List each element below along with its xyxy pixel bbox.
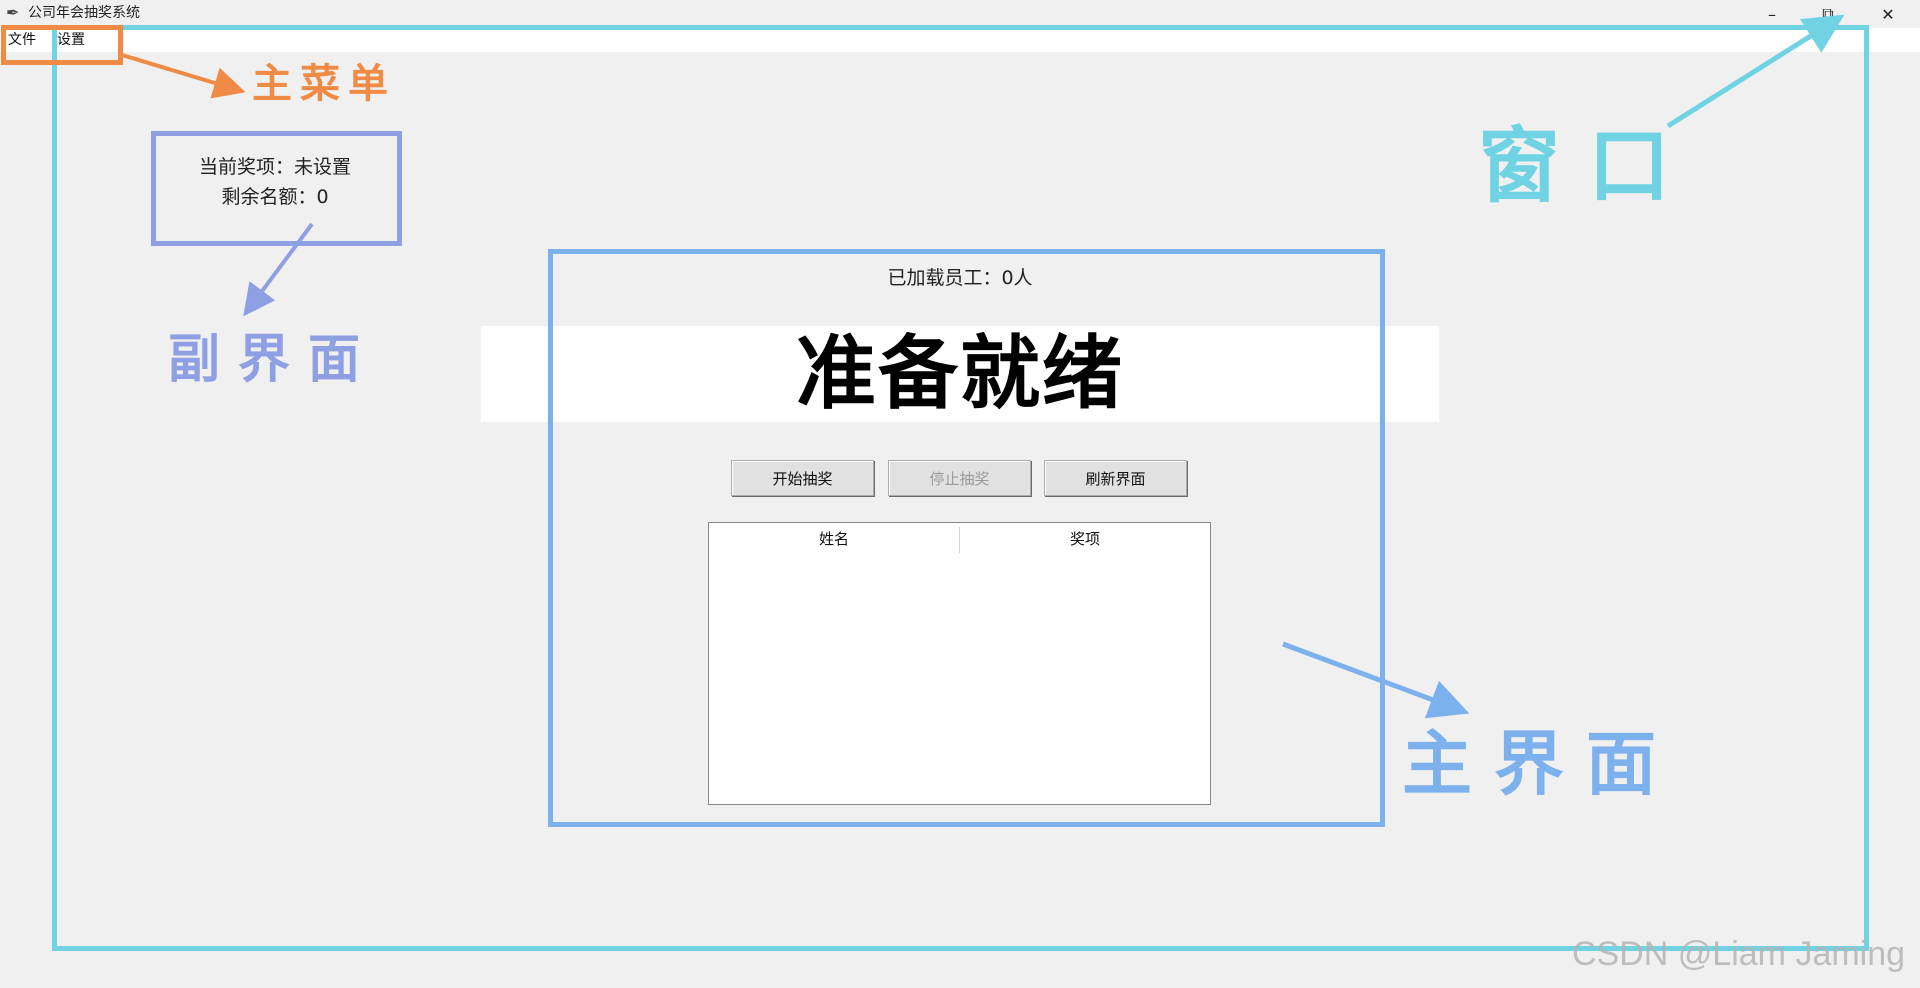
main-menu-annotation-label: 主菜单 [252,60,396,107]
main-interface-arrow [1282,641,1470,719]
sub-interface-arrow [243,222,314,317]
window-arrow [1666,14,1845,129]
window-annotation-label: 窗口 [1478,118,1699,214]
watermark: CSDN @Liam Jaming [1572,935,1906,973]
main-interface-annotation-label: 主界面 [1402,722,1678,805]
main-menu-arrow [121,53,246,99]
sub-interface-annotation-label: 副界面 [168,329,379,390]
